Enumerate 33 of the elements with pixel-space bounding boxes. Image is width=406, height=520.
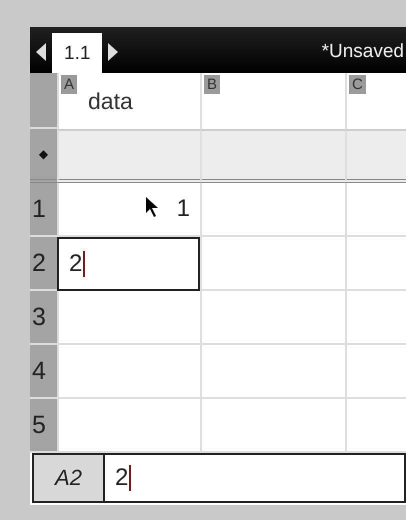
- table-cell[interactable]: [345, 183, 406, 237]
- table-cell[interactable]: [200, 399, 345, 453]
- table-cell[interactable]: [200, 237, 345, 291]
- table-cell[interactable]: [345, 399, 406, 453]
- table-cell[interactable]: [345, 345, 406, 399]
- formula-cell[interactable]: [200, 129, 345, 183]
- table-cell[interactable]: [57, 345, 200, 399]
- row-number: 2: [30, 237, 57, 291]
- column-name: data: [88, 88, 133, 115]
- table-cell[interactable]: [200, 345, 345, 399]
- table-cell[interactable]: [57, 399, 200, 453]
- row-number: 5: [30, 399, 57, 453]
- row-number: 4: [30, 345, 57, 399]
- previous-page-icon[interactable]: [36, 43, 46, 61]
- column-letter: C: [349, 75, 366, 94]
- formula-cell[interactable]: [57, 129, 200, 183]
- row-number: 1: [30, 183, 57, 237]
- formula-cell[interactable]: [345, 129, 406, 183]
- table-cell[interactable]: [200, 183, 345, 237]
- next-page-icon[interactable]: [108, 43, 118, 61]
- formula-marker: ◆: [38, 147, 48, 161]
- page-tab[interactable]: 1.1: [52, 33, 102, 73]
- document-title: *Unsaved: [322, 41, 404, 63]
- table-cell[interactable]: [200, 291, 345, 345]
- table-cell[interactable]: [345, 237, 406, 291]
- table-cell[interactable]: 1: [57, 183, 200, 237]
- column-letter: A: [61, 75, 78, 94]
- table-cell[interactable]: [57, 291, 200, 345]
- row-number: 3: [30, 291, 57, 345]
- table-cell[interactable]: 2: [57, 237, 200, 291]
- table-cell[interactable]: [345, 291, 406, 345]
- mouse-pointer-icon: [145, 196, 159, 218]
- column-letter: B: [204, 75, 220, 94]
